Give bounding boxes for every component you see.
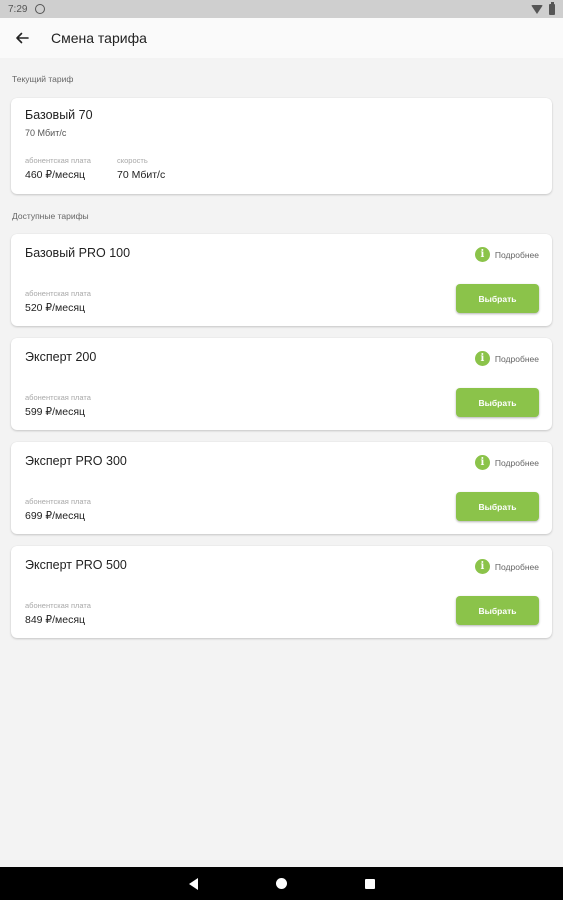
battery-icon	[549, 1, 555, 15]
navigation-bar	[0, 867, 563, 900]
fee-label: абонентская плата	[25, 497, 91, 506]
choose-button[interactable]: Выбрать	[456, 388, 539, 417]
choose-button[interactable]: Выбрать	[456, 492, 539, 521]
nav-recent-icon[interactable]	[364, 878, 375, 889]
current-tariff-card: Базовый 70 70 Мбит/с абонентская плата 4…	[11, 98, 552, 194]
fee-label: абонентская плата	[25, 601, 91, 610]
nav-back-icon[interactable]	[188, 877, 198, 890]
page-title: Смена тарифа	[51, 30, 147, 46]
info-icon: i	[474, 351, 490, 366]
details-label: Подробнее	[494, 457, 539, 468]
current-tariff-name: Базовый 70	[25, 108, 93, 122]
tariff-name: Эксперт PRO 500	[25, 558, 127, 572]
fee-label: абонентская плата	[25, 289, 91, 298]
details-label: Подробнее	[494, 561, 539, 572]
fee-value: 699 ₽/месяц	[25, 510, 86, 522]
choose-button[interactable]: Выбрать	[456, 596, 539, 625]
back-button[interactable]	[2, 18, 42, 58]
info-icon: i	[474, 559, 490, 574]
fee-value: 520 ₽/месяц	[25, 302, 86, 314]
speed-value: 70 Мбит/с	[117, 169, 166, 181]
details-label: Подробнее	[494, 353, 539, 364]
current-tariff-speed-subtitle: 70 Мбит/с	[25, 128, 67, 138]
app-bar: Смена тарифа	[0, 18, 563, 58]
wifi-icon	[531, 4, 543, 14]
details-link[interactable]: i Подробнее	[474, 559, 539, 574]
info-icon: i	[474, 247, 490, 262]
tariff-name: Базовый PRO 100	[25, 246, 131, 260]
fee-label: абонентская плата	[25, 156, 91, 165]
nav-home-icon[interactable]	[275, 878, 287, 889]
fee-label: абонентская плата	[25, 393, 91, 402]
speed-label: скорость	[117, 156, 148, 165]
details-link[interactable]: i Подробнее	[474, 455, 539, 470]
tariff-name: Эксперт PRO 300	[25, 454, 127, 468]
arrow-left-icon	[16, 32, 29, 44]
info-icon: i	[474, 455, 490, 470]
details-label: Подробнее	[494, 249, 539, 260]
current-tariff-label: Текущий тариф	[12, 74, 74, 84]
available-tariffs-label: Доступные тарифы	[12, 211, 89, 221]
status-icons	[531, 1, 555, 15]
status-bar: 7:29	[0, 0, 563, 18]
details-link[interactable]: i Подробнее	[474, 351, 539, 366]
tariff-card: Эксперт PRO 500 i Подробнее абонентская …	[11, 546, 552, 638]
status-time: 7:29	[8, 3, 28, 15]
tariff-card: Базовый PRO 100 i Подробнее абонентская …	[11, 234, 552, 326]
tariff-name: Эксперт 200	[25, 350, 97, 364]
fee-value: 460 ₽/месяц	[25, 169, 86, 181]
choose-button[interactable]: Выбрать	[456, 284, 539, 313]
notification-icon	[35, 4, 46, 14]
details-link[interactable]: i Подробнее	[474, 247, 539, 262]
fee-value: 599 ₽/месяц	[25, 406, 86, 418]
tariff-card: Эксперт PRO 300 i Подробнее абонентская …	[11, 442, 552, 534]
fee-value: 849 ₽/месяц	[25, 614, 86, 626]
tariff-card: Эксперт 200 i Подробнее абонентская плат…	[11, 338, 552, 430]
